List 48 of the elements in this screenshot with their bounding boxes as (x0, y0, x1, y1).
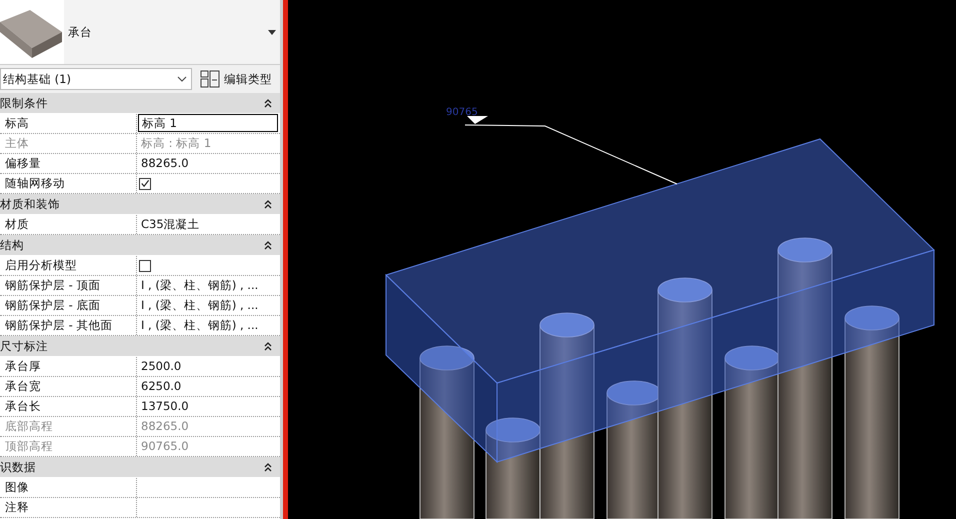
property-value: C35混凝土 (140, 216, 201, 233)
property-label: 启用分析模型 (0, 256, 137, 275)
property-label: 承台厚 (0, 357, 137, 376)
section-header[interactable]: 限制条件 (0, 93, 280, 114)
instance-dropdown[interactable]: 结构基础 (1) (0, 68, 192, 90)
level-marker-icon (467, 116, 488, 124)
property-label: 承台宽 (0, 377, 137, 396)
property-value: I , (梁、柱、钢筋) , ... (140, 317, 260, 334)
checkbox[interactable] (139, 178, 151, 190)
property-value: 13750.0 (140, 398, 190, 415)
section-header[interactable]: 尺寸标注 (0, 336, 280, 357)
property-value: I , (梁、柱、钢筋) , ... (140, 297, 260, 314)
level-label: 90765 (446, 107, 478, 118)
collapse-icon[interactable] (264, 342, 272, 350)
caret-icon[interactable] (268, 30, 276, 34)
property-value: 88265.0 (140, 418, 190, 435)
collapse-icon[interactable] (264, 240, 272, 250)
section-header[interactable]: 材质和装饰 (0, 194, 280, 215)
edit-type-icon (200, 70, 220, 88)
property-label: 底部高程 (0, 417, 137, 436)
edit-type-button[interactable]: 编辑类型 (198, 70, 274, 88)
collapse-icon[interactable] (264, 200, 272, 208)
property-label: 顶部高程 (0, 437, 137, 456)
property-label: 随轴网移动 (0, 174, 137, 193)
section-header[interactable]: 结构 (0, 235, 280, 256)
property-value: 6250.0 (140, 378, 182, 395)
property-label: 标高 (0, 114, 137, 133)
value-input-field[interactable]: 标高 1 (138, 114, 278, 132)
property-label: 图像 (0, 478, 137, 497)
property-label: 注释 (0, 498, 137, 517)
property-label: 偏移量 (0, 154, 137, 173)
property-value: I , (梁、柱、钢筋) , ... (140, 277, 260, 294)
property-label: 主体 (0, 134, 137, 153)
property-label: 钢筋保护层 - 底面 (0, 296, 137, 315)
collapse-icon[interactable] (264, 98, 272, 108)
property-label: 钢筋保护层 - 顶面 (0, 276, 137, 295)
property-label: 钢筋保护层 - 其他面 (0, 316, 137, 335)
property-value: 标高 : 标高 1 (140, 135, 212, 152)
collapse-icon[interactable] (264, 462, 272, 472)
section-header[interactable]: 识数据 (0, 457, 280, 478)
checkbox[interactable] (139, 260, 151, 272)
chevron-down-icon[interactable] (177, 76, 187, 82)
property-value: 90765.0 (140, 438, 190, 455)
property-label: 材质 (0, 215, 137, 234)
type-name: 承台 (68, 24, 93, 40)
property-value: 2500.0 (140, 358, 182, 375)
property-value: 88265.0 (140, 155, 190, 172)
property-label: 承台长 (0, 397, 137, 416)
